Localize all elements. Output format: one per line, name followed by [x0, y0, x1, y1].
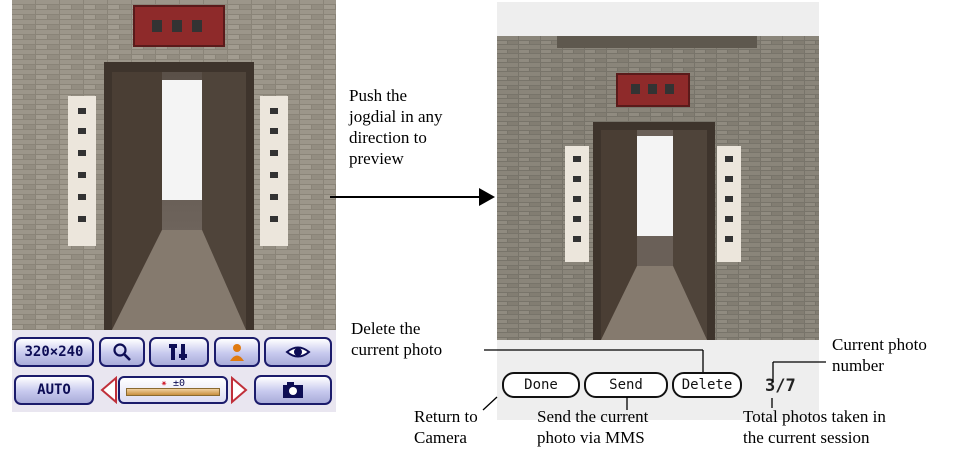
note-line: Send the current: [537, 407, 649, 426]
note-line: Delete the: [351, 319, 421, 338]
return-to-camera-note: Return to Camera: [414, 406, 478, 448]
arrow-right-icon: [479, 188, 495, 206]
preview-instruction-note: Push the jogdial in any direction to pre…: [349, 85, 442, 169]
note-line: number: [832, 356, 884, 375]
note-line: jogdial in any: [349, 107, 443, 126]
note-line: Push the: [349, 86, 408, 105]
note-line: Total photos taken in: [743, 407, 886, 426]
note-line: preview: [349, 149, 404, 168]
note-line: Return to: [414, 407, 478, 426]
note-line: Camera: [414, 428, 467, 447]
note-line: photo via MMS: [537, 428, 645, 447]
send-note: Send the current photo via MMS: [537, 406, 648, 448]
note-line: direction to: [349, 128, 427, 147]
note-line: Current photo: [832, 335, 927, 354]
annotation-lines: [330, 188, 826, 411]
note-line: the current session: [743, 428, 870, 447]
total-photos-note: Total photos taken in the current sessio…: [743, 406, 886, 448]
note-line: current photo: [351, 340, 443, 359]
delete-note: Delete the current photo: [351, 318, 442, 360]
current-photo-number-note: Current photo number: [832, 334, 927, 376]
